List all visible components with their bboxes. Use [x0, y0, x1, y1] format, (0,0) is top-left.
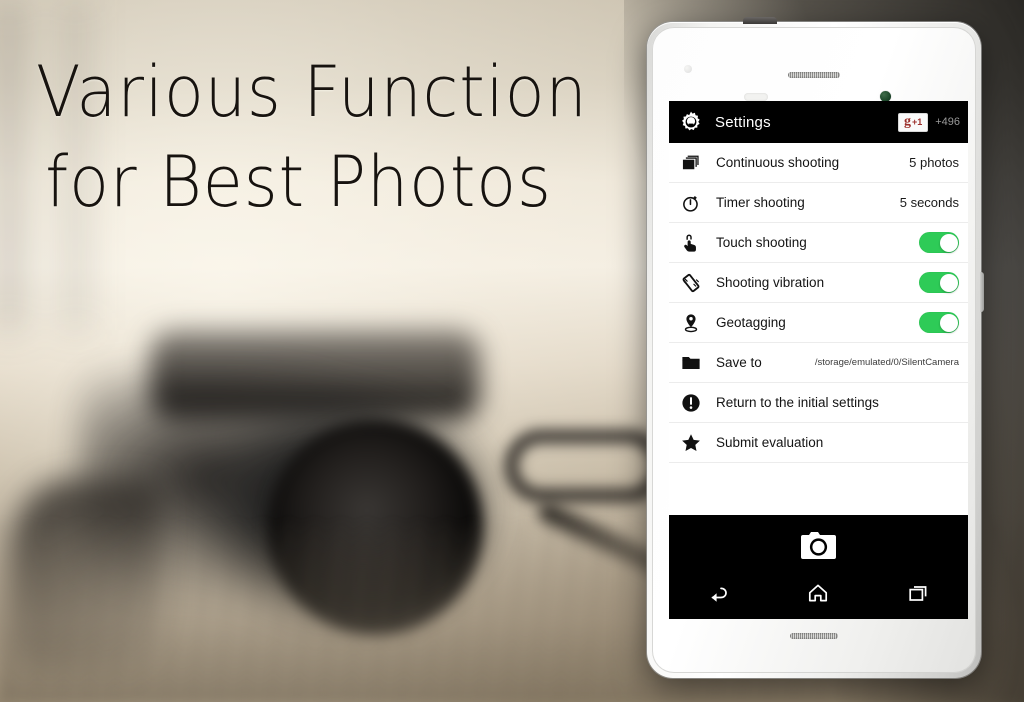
app-bar-title: Settings [715, 113, 771, 131]
phone-screen: Settings g +1 +496 Continuous shooting 5 … [669, 101, 968, 619]
phone-bezel: Settings g +1 +496 Continuous shooting 5 … [652, 27, 976, 673]
toggle-knob [939, 273, 958, 292]
photo-stack-icon [679, 151, 703, 175]
settings-row-value: 5 seconds [899, 195, 959, 210]
phone-device: Settings g +1 +496 Continuous shooting 5 … [647, 17, 984, 678]
settings-row-label: Submit evaluation [716, 435, 824, 450]
touch-hand-icon [679, 231, 703, 255]
app-bar: Settings g +1 +496 [669, 101, 968, 143]
gear-icon [679, 110, 703, 134]
settings-row-label: Touch shooting [716, 235, 807, 250]
vibration-icon [679, 271, 703, 295]
camera-shutter-icon[interactable] [797, 529, 841, 568]
settings-row-label: Geotagging [716, 315, 786, 330]
gplus-g-label: g [903, 113, 911, 129]
google-plus-one-button[interactable]: g +1 [897, 112, 929, 132]
earpiece-speaker [788, 72, 840, 78]
promo-screenshot: Various Function for Best Photos Setting… [0, 0, 1024, 702]
settings-row-label: Shooting vibration [716, 275, 825, 290]
settings-row-return-to-the-initial-settings[interactable]: Return to the initial settings [669, 383, 968, 423]
settings-row-shooting-vibration[interactable]: Shooting vibration [669, 263, 968, 303]
exclamation-icon [679, 391, 703, 415]
toggle-knob [939, 313, 958, 332]
settings-row-toggle[interactable] [919, 272, 959, 293]
gplus-count-label: +496 [935, 116, 960, 128]
light-sensor-slot [744, 93, 768, 101]
settings-row-touch-shooting[interactable]: Touch shooting [669, 223, 968, 263]
phone-volume-button[interactable] [980, 272, 984, 312]
settings-row-toggle[interactable] [919, 232, 959, 253]
gplus-plus-one-label: +1 [911, 116, 923, 127]
settings-row-label: Continuous shooting [716, 155, 840, 170]
settings-row-toggle[interactable] [919, 312, 959, 333]
settings-row-save-to[interactable]: Save to/storage/emulated/0/SilentCamera [669, 343, 968, 383]
settings-row-value: 5 photos [909, 155, 959, 170]
recents-icon[interactable] [903, 578, 933, 608]
settings-row-value: /storage/emulated/0/SilentCamera [814, 357, 959, 368]
settings-row-submit-evaluation[interactable]: Submit evaluation [669, 423, 968, 463]
settings-row-timer-shooting[interactable]: Timer shooting 5 seconds [669, 183, 968, 223]
phone-power-button[interactable] [743, 17, 777, 24]
settings-row-label: Return to the initial settings [716, 395, 879, 410]
promo-headline: Various Function for Best Photos [36, 48, 594, 227]
settings-list: Continuous shooting 5 photos Timer shootin… [669, 143, 968, 463]
timer-icon [679, 191, 703, 215]
headline-line-2: for Best Photos [45, 140, 552, 223]
toggle-knob [939, 233, 958, 252]
settings-row-label: Timer shooting [716, 195, 805, 210]
headline-line-1: Various Function [36, 51, 588, 133]
camera-preview-area [669, 515, 968, 619]
bottom-speaker [790, 633, 838, 639]
settings-row-geotagging[interactable]: Geotagging [669, 303, 968, 343]
settings-row-continuous-shooting[interactable]: Continuous shooting 5 photos [669, 143, 968, 183]
star-icon [679, 431, 703, 455]
back-arrow-icon[interactable] [704, 578, 734, 608]
android-navigation-bar [669, 575, 968, 611]
folder-icon [679, 351, 703, 375]
settings-row-label: Save to [716, 355, 762, 370]
proximity-sensor-icon [684, 65, 692, 73]
location-pin-icon [679, 311, 703, 335]
home-icon[interactable] [803, 578, 833, 608]
